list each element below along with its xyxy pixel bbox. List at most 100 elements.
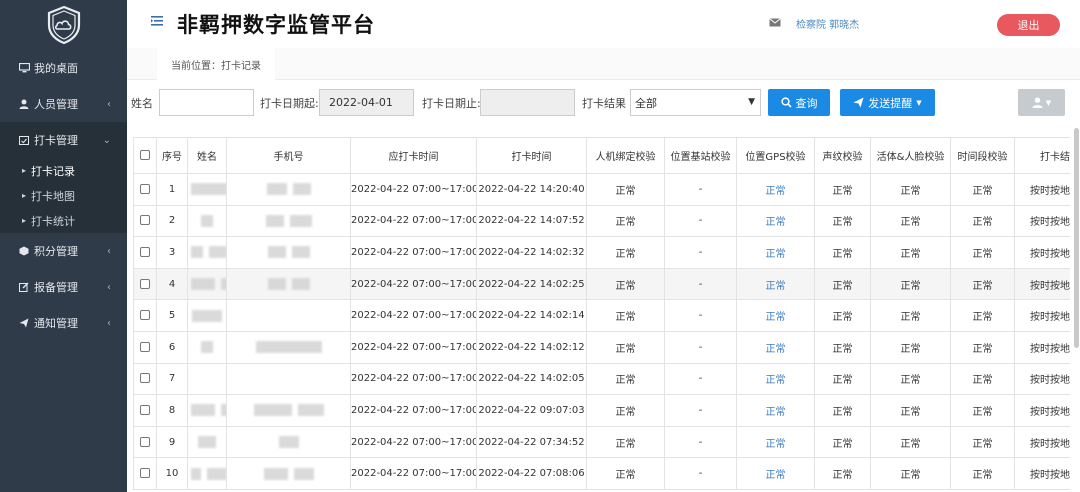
phone-cell-redacted <box>226 267 351 301</box>
row-checkbox[interactable] <box>133 362 157 396</box>
sidebar-item-checkin[interactable]: 打卡管理 ⌄ <box>0 122 127 158</box>
table-row[interactable]: 6 2022-04-22 07:00~17:00 2022-04-22 14:02:… <box>133 330 1070 364</box>
sidebar-item-label: 我的桌面 <box>34 62 78 75</box>
column-header: 姓名 <box>187 137 227 174</box>
column-header: 人机绑定校验 <box>586 137 665 174</box>
sidebar-item-reports[interactable]: 报备管理 ‹ <box>0 269 127 305</box>
cell-period: 正常 <box>950 394 1015 427</box>
cell-station: - <box>664 267 737 301</box>
cell-station: - <box>664 236 737 269</box>
row-checkbox[interactable] <box>133 330 157 364</box>
cell-result: 按时按地打卡 <box>1014 267 1070 301</box>
cell-no: 8 <box>156 394 188 427</box>
phone-cell-redacted <box>226 457 351 490</box>
cell-result: 按时按地打卡 <box>1014 173 1070 206</box>
table-row[interactable]: 2 2022-04-22 07:00~17:00 2022-04-22 14:07:… <box>133 204 1070 238</box>
table-row[interactable]: 9 2022-04-22 07:00~17:00 2022-04-22 07:34:… <box>133 425 1070 459</box>
user-menu-button[interactable]: ▼ <box>1018 89 1065 116</box>
scrollbar[interactable] <box>1074 128 1079 348</box>
arrow-right-icon: ▸ <box>22 166 27 175</box>
cell-voice: 正常 <box>814 425 871 459</box>
user-icon <box>1032 97 1043 108</box>
column-header: 声纹校验 <box>814 137 871 174</box>
table-row[interactable]: 5 2022-04-22 07:00~17:00 2022-04-22 14:02:… <box>133 299 1070 332</box>
sidebar-item-desktop[interactable]: 我的桌面 <box>0 50 127 86</box>
cell-voice: 正常 <box>814 299 871 332</box>
row-checkbox[interactable] <box>133 236 157 269</box>
monitor-icon <box>18 63 30 73</box>
cell-face: 正常 <box>870 330 951 364</box>
result-select-value: 全部 <box>635 96 657 110</box>
name-cell-redacted <box>187 299 227 332</box>
query-button[interactable]: 查询 <box>768 89 830 116</box>
name-cell-redacted <box>187 425 227 459</box>
column-header: 位置基站校验 <box>664 137 737 174</box>
date-end-input[interactable] <box>480 89 575 116</box>
cell-gps: 正常 <box>736 457 815 490</box>
table-row[interactable]: 3 2022-04-22 07:00~17:00 2022-04-22 14:02:… <box>133 236 1070 269</box>
result-select[interactable]: 全部 ▼ <box>630 89 761 116</box>
date-start-input[interactable]: 2022-04-01 <box>319 89 414 116</box>
row-checkbox[interactable] <box>133 425 157 459</box>
sidebar-item-label: 积分管理 <box>34 245 78 258</box>
select-all-checkbox[interactable] <box>133 137 157 174</box>
cell-bind: 正常 <box>586 173 665 206</box>
table-row[interactable]: 7 2022-04-22 07:00~17:00 2022-04-22 14:02:… <box>133 362 1070 396</box>
table-row[interactable]: 8 2022-04-22 07:00~17:00 2022-04-22 09:07:… <box>133 394 1070 427</box>
column-header: 活体&人脸校验 <box>870 137 951 174</box>
submenu-label: 打卡地图 <box>31 189 76 203</box>
cell-time: 2022-04-22 14:20:40 <box>476 173 587 206</box>
sidebar-item-label: 报备管理 <box>34 281 78 294</box>
caret-down-icon: ▼ <box>916 98 922 107</box>
chevron-down-icon: ⌄ <box>102 134 111 146</box>
submenu-item-checkin-records[interactable]: ▸ 打卡记录 <box>0 158 127 183</box>
cell-gps: 正常 <box>736 362 815 396</box>
shield-cloud-icon <box>47 5 80 45</box>
cell-gps: 正常 <box>736 299 815 332</box>
cell-expected: 2022-04-22 07:00~17:00 <box>350 362 477 396</box>
table-header-row: 序号 姓名 手机号 应打卡时间 打卡时间 人机绑定校验 位置基站校验 位置GPS… <box>133 137 1070 174</box>
table-row[interactable]: 4 2022-04-22 07:00~17:00 2022-04-22 14:02:… <box>133 267 1070 301</box>
cell-no: 5 <box>156 299 188 332</box>
cell-period: 正常 <box>950 457 1015 490</box>
row-checkbox[interactable] <box>133 267 157 301</box>
row-checkbox[interactable] <box>133 204 157 238</box>
current-user[interactable]: 检察院 郭晓杰 <box>796 16 859 31</box>
phone-cell-redacted <box>226 330 351 364</box>
phone-cell-redacted <box>226 425 351 459</box>
logout-button[interactable]: 退出 <box>997 14 1060 36</box>
cell-time: 2022-04-22 14:07:52 <box>476 204 587 238</box>
sidebar-item-personnel[interactable]: 人员管理 ‹ <box>0 86 127 122</box>
cell-gps: 正常 <box>736 425 815 459</box>
cell-period: 正常 <box>950 267 1015 301</box>
submenu-item-checkin-map[interactable]: ▸ 打卡地图 <box>0 183 127 208</box>
row-checkbox[interactable] <box>133 457 157 490</box>
submenu-item-checkin-stats[interactable]: ▸ 打卡统计 <box>0 208 127 233</box>
cube-icon <box>18 246 30 256</box>
cell-time: 2022-04-22 14:02:25 <box>476 267 587 301</box>
cell-time: 2022-04-22 14:02:32 <box>476 236 587 269</box>
breadcrumb: 当前位置：打卡记录 <box>157 48 275 80</box>
row-checkbox[interactable] <box>133 299 157 332</box>
result-label: 打卡结果 <box>582 97 626 110</box>
cell-result: 按时按地打卡 <box>1014 362 1070 396</box>
cell-bind: 正常 <box>586 425 665 459</box>
mail-icon[interactable] <box>769 17 781 30</box>
cell-voice: 正常 <box>814 457 871 490</box>
table-row[interactable]: 1 2022-04-22 07:00~17:00 2022-04-22 14:20:… <box>133 173 1070 206</box>
name-input[interactable] <box>159 89 254 116</box>
row-checkbox[interactable] <box>133 394 157 427</box>
menu-toggle-icon[interactable] <box>151 14 163 30</box>
column-header: 时间段校验 <box>950 137 1015 174</box>
cell-gps: 正常 <box>736 204 815 238</box>
cell-face: 正常 <box>870 267 951 301</box>
table-row[interactable]: 10 2022-04-22 07:00~17:00 2022-04-22 07:08… <box>133 457 1070 490</box>
cell-period: 正常 <box>950 173 1015 206</box>
row-checkbox[interactable] <box>133 173 157 206</box>
sidebar-item-points[interactable]: 积分管理 ‹ <box>0 233 127 269</box>
column-header: 手机号 <box>226 137 351 174</box>
sidebar-item-notices[interactable]: 通知管理 ‹ <box>0 305 127 341</box>
send-reminder-button[interactable]: 发送提醒 ▼ <box>840 89 935 116</box>
cell-period: 正常 <box>950 362 1015 396</box>
cell-bind: 正常 <box>586 236 665 269</box>
